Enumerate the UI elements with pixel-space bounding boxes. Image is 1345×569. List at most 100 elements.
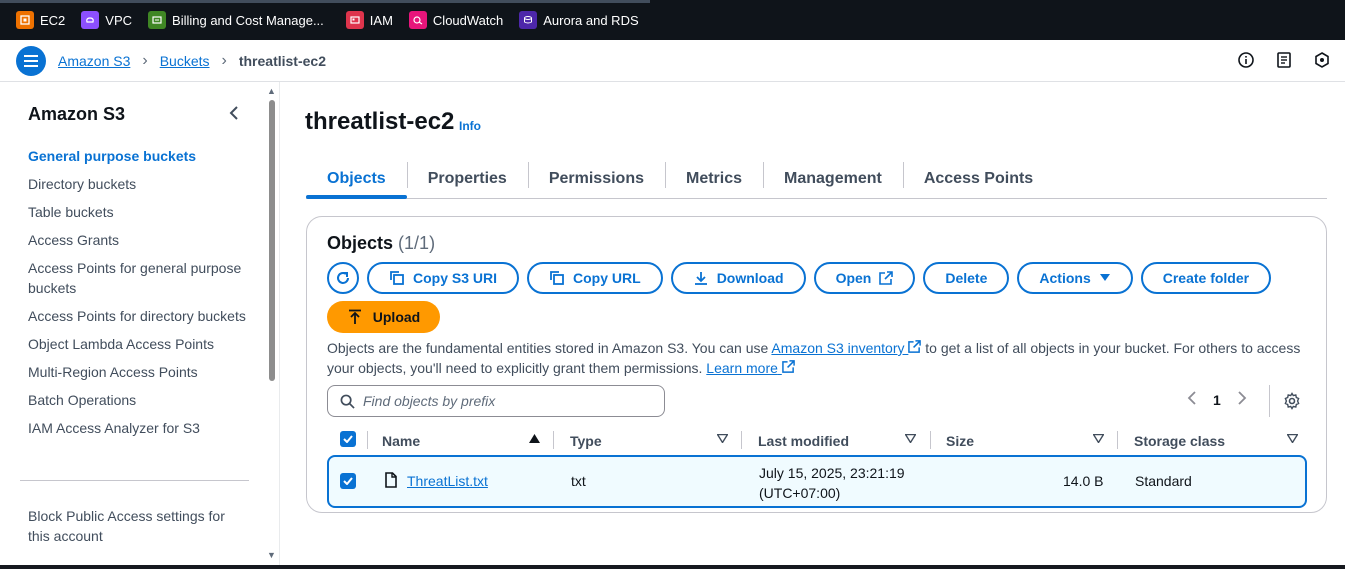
copy-s3-uri-button[interactable]: Copy S3 URI (367, 262, 520, 294)
favorite-label: EC2 (40, 12, 66, 28)
delete-button[interactable]: Delete (923, 262, 1010, 294)
tab-metrics[interactable]: Metrics (664, 160, 763, 198)
notes-panel-icon[interactable] (1275, 51, 1293, 69)
objects-description: Objects are the fundamental entities sto… (327, 338, 1307, 378)
column-storage-class[interactable]: Storage class (1134, 433, 1225, 449)
info-circle-icon[interactable] (1237, 51, 1255, 69)
favorite-ec2[interactable]: EC2 (16, 8, 65, 32)
learn-more-link[interactable]: Learn more (706, 360, 795, 376)
sidebar-item-general-purpose-buckets[interactable]: General purpose buckets (28, 146, 253, 166)
feedback-hex-icon[interactable] (1313, 51, 1331, 69)
refresh-button[interactable] (327, 262, 359, 294)
upload-label: Upload (372, 309, 421, 325)
column-divider (553, 431, 554, 449)
object-size-cell: 14.0 B (1063, 473, 1104, 489)
column-type[interactable]: Type (570, 433, 602, 449)
sort-ascending-icon[interactable] (529, 434, 540, 443)
favorite-label: Billing and Cost Manage... (172, 12, 324, 28)
sort-caret-down-icon[interactable] (717, 434, 728, 443)
upload-button[interactable]: Upload (327, 301, 440, 333)
menu-button[interactable] (16, 45, 46, 76)
tab-objects[interactable]: Objects (306, 160, 407, 199)
open-button[interactable]: Open (813, 262, 916, 294)
delete-label: Delete (945, 270, 988, 286)
modified-date: July 15, 2025, 23:21:19 (759, 465, 905, 481)
column-divider (1117, 431, 1118, 449)
download-icon (694, 272, 707, 285)
sidebar-item-multi-region[interactable]: Multi-Region Access Points (28, 362, 253, 382)
external-link-icon (781, 360, 795, 373)
tab-properties[interactable]: Properties (406, 160, 528, 198)
search-field[interactable] (327, 385, 665, 417)
object-modified-cell: July 15, 2025, 23:21:19 (UTC+07:00) (759, 463, 905, 503)
object-name-link[interactable]: ThreatList.txt (407, 473, 488, 489)
sidenav-scrollbar[interactable] (269, 100, 275, 381)
hamburger-icon (24, 54, 38, 67)
breadcrumb-bar: Amazon S3 › Buckets › threatlist-ec2 (0, 40, 1345, 82)
objects-panel-title: Objects (1/1) (327, 233, 435, 254)
favorite-cloudwatch[interactable]: CloudWatch (408, 8, 503, 32)
create-folder-button[interactable]: Create folder (1140, 262, 1272, 294)
sidebar-item-table-buckets[interactable]: Table buckets (28, 202, 253, 222)
collapse-nav-icon[interactable] (228, 104, 240, 125)
top-icons (1237, 51, 1331, 69)
rds-icon (519, 11, 538, 29)
sidenav-divider (20, 480, 249, 481)
sidebar-item-access-points-general[interactable]: Access Points for general purpose bucket… (28, 258, 253, 298)
page-number[interactable]: 1 (1213, 392, 1221, 408)
object-type-cell: txt (571, 473, 586, 489)
s3-inventory-link-label: Amazon S3 inventory (771, 340, 905, 356)
actions-dropdown-button[interactable]: Actions (1017, 262, 1133, 294)
sidebar-item-batch-operations[interactable]: Batch Operations (28, 390, 253, 410)
sidebar-item-access-points-directory[interactable]: Access Points for directory buckets (28, 306, 253, 326)
favorite-rds[interactable]: Aurora and RDS (519, 8, 639, 32)
table-row[interactable]: ThreatList.txt txt July 15, 2025, 23:21:… (327, 455, 1307, 508)
sidebar-item-directory-buckets[interactable]: Directory buckets (28, 174, 253, 194)
billing-icon (148, 11, 167, 29)
column-divider (741, 431, 742, 449)
copy-url-button[interactable]: Copy URL (527, 262, 663, 294)
prev-page-icon[interactable] (1187, 391, 1197, 408)
favorite-vpc[interactable]: VPC (81, 8, 132, 32)
sort-caret-down-icon[interactable] (905, 434, 916, 443)
sidebar-item-iam-access-analyzer[interactable]: IAM Access Analyzer for S3 (28, 418, 253, 438)
breadcrumb: Amazon S3 › Buckets › threatlist-ec2 (58, 52, 326, 70)
scroll-up-icon[interactable]: ▲ (267, 86, 276, 96)
column-last-modified[interactable]: Last modified (758, 433, 849, 449)
actions-label: Actions (1039, 270, 1091, 286)
favorite-label: VPC (105, 12, 133, 28)
favorite-iam[interactable]: IAM (345, 8, 393, 32)
sort-caret-down-icon[interactable] (1287, 434, 1298, 443)
favorites-bar: EC2 VPC Billing and Cost Manage... IAM C… (0, 0, 1345, 40)
sidebar-item-block-public-access[interactable]: Block Public Access settings for this ac… (28, 506, 248, 546)
sidenav-title: Amazon S3 (28, 104, 126, 124)
tab-bar: Objects Properties Permissions Metrics M… (306, 160, 1327, 199)
settings-gear-icon[interactable] (1283, 392, 1301, 413)
copy-url-label: Copy URL (573, 270, 641, 286)
s3-inventory-link[interactable]: Amazon S3 inventory (771, 340, 922, 356)
side-navigation: Amazon S3 General purpose buckets Direct… (0, 82, 280, 569)
copy-icon (550, 271, 564, 285)
breadcrumb-amazon-s3[interactable]: Amazon S3 (58, 53, 130, 69)
download-label: Download (716, 270, 784, 286)
objects-toolbar: Copy S3 URI Copy URL Download Open Delet… (327, 262, 1272, 294)
favorite-billing[interactable]: Billing and Cost Manage... (148, 8, 324, 32)
sidebar-item-object-lambda[interactable]: Object Lambda Access Points (28, 334, 253, 354)
column-size[interactable]: Size (946, 433, 974, 449)
select-all-checkbox[interactable] (340, 431, 356, 447)
tab-permissions[interactable]: Permissions (527, 160, 665, 198)
bottom-edge (0, 565, 1345, 569)
row-checkbox[interactable] (340, 473, 356, 489)
info-link[interactable]: Info (459, 119, 481, 133)
next-page-icon[interactable] (1237, 391, 1247, 408)
tab-access-points[interactable]: Access Points (902, 160, 1054, 198)
column-name[interactable]: Name (382, 433, 420, 449)
favorites-top-line (0, 0, 650, 3)
search-input[interactable] (363, 393, 643, 409)
scroll-down-icon[interactable]: ▼ (267, 550, 276, 560)
sort-caret-down-icon[interactable] (1093, 434, 1104, 443)
tab-management[interactable]: Management (763, 160, 903, 198)
sidebar-item-access-grants[interactable]: Access Grants (28, 230, 253, 250)
download-button[interactable]: Download (670, 262, 806, 294)
breadcrumb-buckets[interactable]: Buckets (160, 53, 210, 69)
